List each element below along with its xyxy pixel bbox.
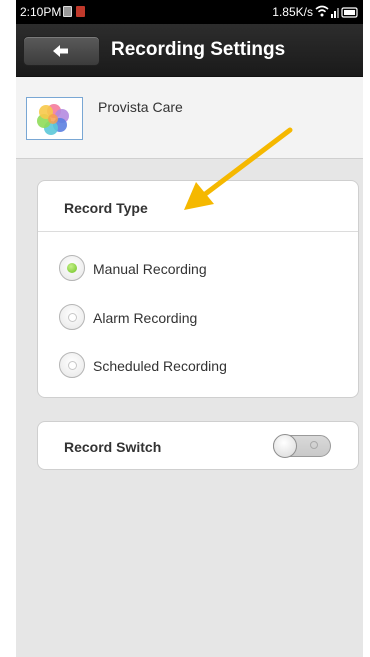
radio-selected-dot	[67, 263, 77, 273]
toggle-knob	[273, 434, 297, 458]
option-label: Scheduled Recording	[93, 358, 227, 374]
back-button[interactable]	[23, 36, 100, 66]
picture-icon	[63, 6, 72, 17]
colorful-flower-logo	[37, 104, 69, 135]
page-title: Recording Settings	[111, 39, 286, 60]
record-switch-card: Record Switch	[37, 421, 359, 470]
radio-manual-recording[interactable]	[59, 255, 85, 281]
status-right-icons	[315, 5, 359, 19]
battery-icon	[341, 7, 358, 18]
network-speed: 1.85K/s	[272, 5, 313, 19]
option-scheduled-recording[interactable]: Scheduled Recording	[59, 350, 339, 380]
option-alarm-recording[interactable]: Alarm Recording	[59, 302, 339, 332]
record-switch-toggle[interactable]	[273, 434, 331, 458]
record-switch-label: Record Switch	[64, 439, 162, 455]
app-notification-icon	[76, 6, 85, 17]
signal-icon	[331, 8, 339, 18]
option-label: Manual Recording	[93, 261, 207, 277]
status-time: 2:10PM	[20, 5, 62, 19]
app-name: Provista Care	[98, 99, 183, 115]
option-manual-recording[interactable]: Manual Recording	[59, 253, 339, 283]
radio-scheduled-recording[interactable]	[59, 352, 85, 378]
radio-alarm-recording[interactable]	[59, 304, 85, 330]
back-arrow-icon	[53, 45, 68, 57]
phone-screen: 2:10PM 1.85K/s Recording Settings Provis…	[16, 0, 363, 657]
annotation-arrow-icon	[184, 127, 293, 210]
title-bar: Recording Settings	[16, 24, 363, 77]
radio-unselected-dot	[68, 313, 77, 322]
option-label: Alarm Recording	[93, 310, 198, 326]
status-bar: 2:10PM 1.85K/s	[16, 0, 363, 24]
toggle-off-indicator	[310, 441, 318, 449]
wifi-icon	[315, 5, 329, 17]
record-type-title: Record Type	[64, 200, 148, 216]
app-logo	[26, 97, 83, 140]
radio-unselected-dot	[68, 361, 77, 370]
